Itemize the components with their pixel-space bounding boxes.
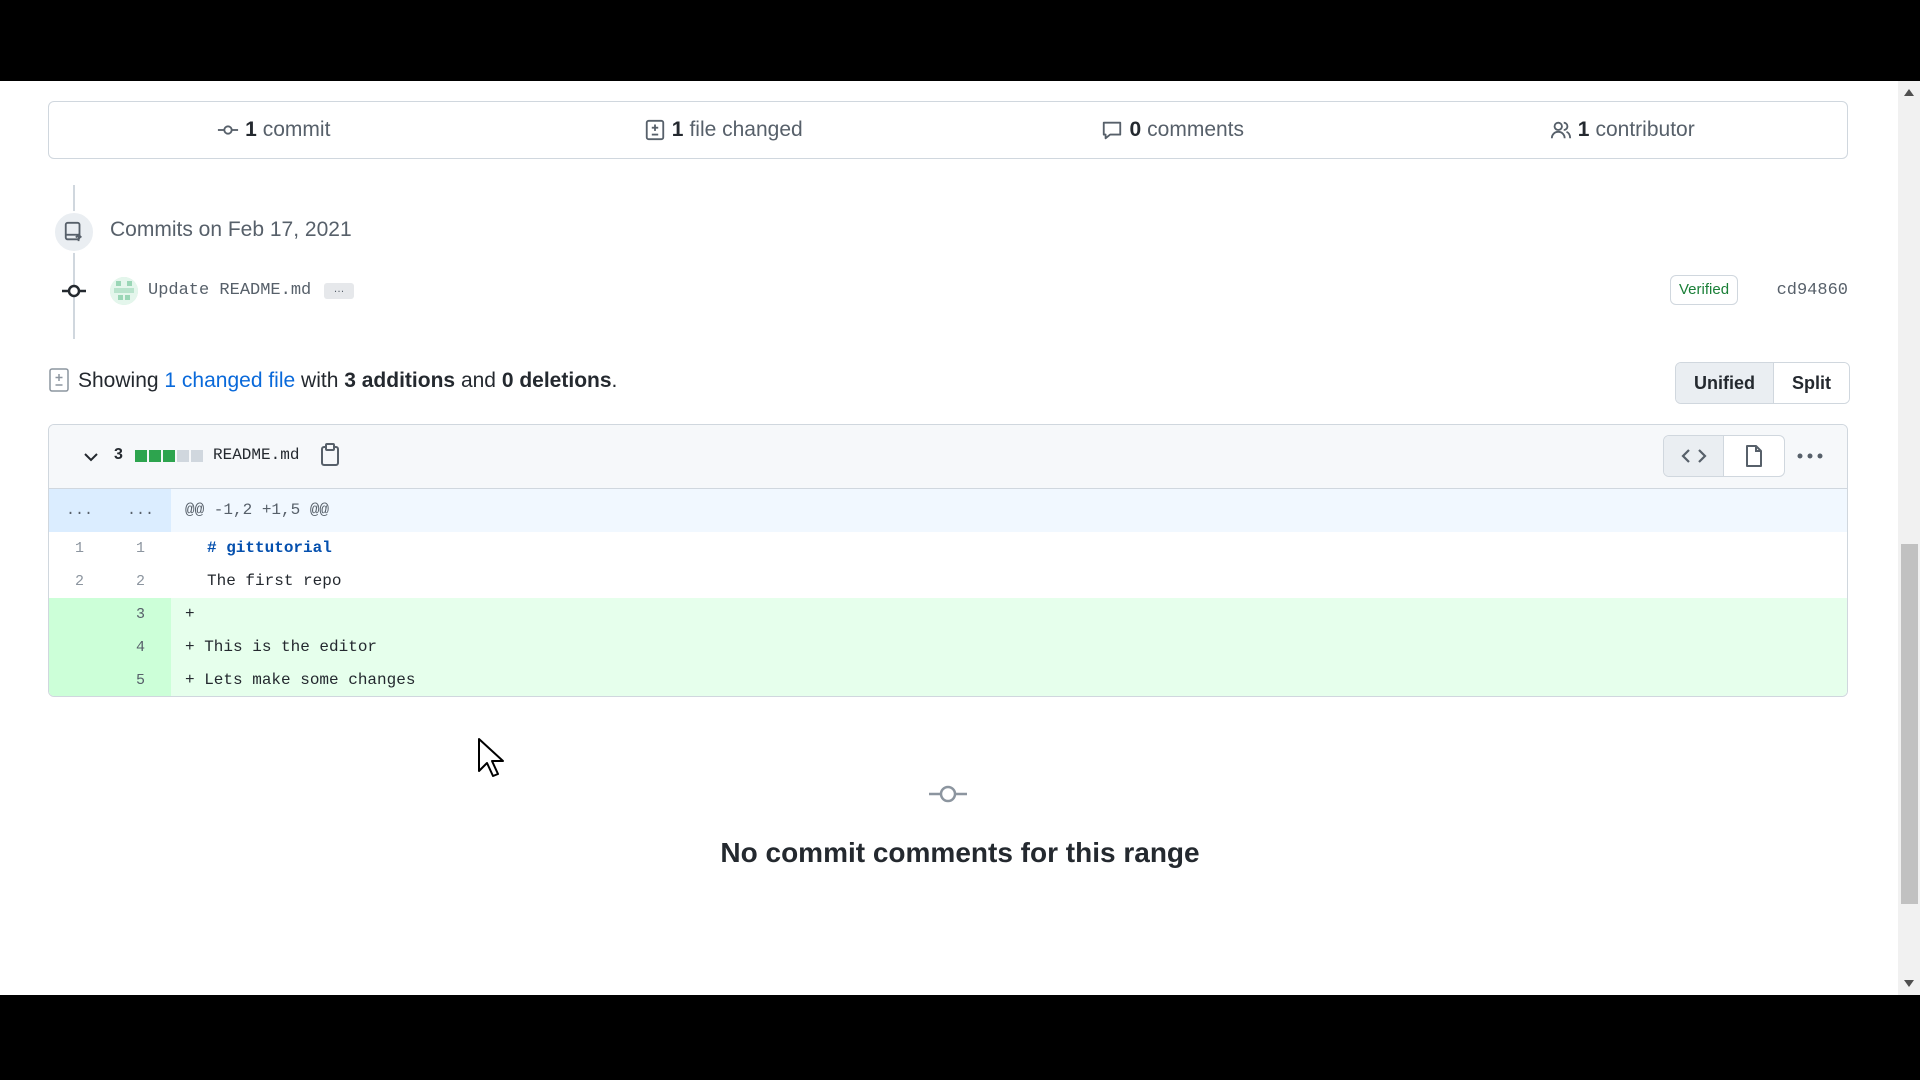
diffstat-block-added [163, 450, 175, 462]
old-line-number [49, 598, 110, 631]
summary-files-label: file changed [689, 118, 803, 141]
expand-up-button[interactable]: ... [49, 489, 110, 532]
summary-comments[interactable]: 0 comments [948, 102, 1398, 158]
commit-row: Update README.md … Verified cd94860 [60, 271, 1848, 311]
git-commit-icon [62, 284, 86, 298]
diff-table: ... ... @@ -1,2 +1,5 @@ 1 1 # gittutoria… [49, 489, 1847, 696]
diff-line-addition: 3 + [49, 598, 1847, 631]
changed-files-link[interactable]: 1 changed file [164, 369, 295, 392]
clipboard-icon[interactable] [319, 443, 341, 467]
file-diff-icon [49, 368, 69, 392]
diff-line-code: The first repo [207, 572, 342, 590]
display-rich-diff-button[interactable] [1724, 436, 1784, 476]
diff-line-code: + [185, 605, 195, 623]
chevron-down-icon[interactable] [81, 447, 101, 467]
diffstat-block-added [135, 450, 147, 462]
summary-commits-label: commit [262, 118, 331, 141]
kebab-menu-icon[interactable] [1795, 443, 1825, 469]
summary-comments-label: comments [1147, 118, 1245, 141]
scroll-up-arrow-icon[interactable] [1898, 81, 1920, 103]
old-line-number [49, 664, 110, 696]
diffstat-block-added [149, 450, 161, 462]
diff-hunk-header: ... ... @@ -1,2 +1,5 @@ [49, 489, 1847, 532]
diff-line-addition: 5 + Lets make some changes [49, 664, 1847, 696]
commit-sha-link[interactable]: cd94860 [1777, 281, 1848, 300]
file-diff-icon [645, 119, 664, 141]
split-view-button[interactable]: Split [1774, 363, 1849, 403]
pr-summary-bar: 1 commit 1 file changed 0 comments 1 con… [48, 101, 1848, 159]
timeline-line [73, 185, 75, 339]
additions-count: 3 additions [344, 369, 456, 392]
file-changes-count: 3 [114, 446, 123, 463]
verified-badge[interactable]: Verified [1670, 275, 1739, 305]
diff-summary-prefix: Showing [78, 369, 159, 392]
page-content: 1 commit 1 file changed 0 comments 1 con… [0, 81, 1920, 995]
repo-push-icon [53, 211, 95, 253]
no-comments-message: No commit comments for this range [720, 837, 1200, 868]
avatar[interactable] [110, 277, 138, 305]
summary-files-count: 1 [671, 118, 684, 141]
expand-down-button[interactable]: ... [110, 489, 171, 532]
new-line-number[interactable]: 2 [110, 565, 171, 598]
display-source-button[interactable] [1664, 436, 1724, 476]
diffstat-blocks [135, 450, 203, 462]
summary-contributors[interactable]: 1 contributor [1398, 102, 1848, 158]
deletions-count: 0 deletions [501, 369, 612, 392]
diff-line-code: # gittutorial [207, 539, 332, 557]
commit-message-link[interactable]: Update README.md [148, 281, 311, 300]
new-line-number[interactable]: 5 [110, 664, 171, 696]
diff-line: 1 1 # gittutorial [49, 532, 1847, 565]
diff-summary-period: . [611, 369, 618, 392]
summary-commits[interactable]: 1 commit [49, 102, 499, 158]
file-view-buttons [1663, 435, 1785, 477]
new-line-number[interactable]: 3 [110, 598, 171, 631]
comment-icon [1103, 121, 1122, 140]
file-header: 3 README.md [49, 425, 1847, 489]
diffstat-block-neutral [177, 450, 189, 462]
unified-view-button[interactable]: Unified [1676, 363, 1774, 403]
new-line-number[interactable]: 1 [110, 532, 171, 565]
diff-line: 2 2 The first repo [49, 565, 1847, 598]
commits-group-heading: Commits on Feb 17, 2021 [110, 218, 352, 241]
old-line-number[interactable]: 2 [49, 565, 110, 598]
diff-line-code: + Lets make some changes [185, 671, 416, 689]
file-diff: 3 README.md ... ... @@ -1,2 +1,5 @@ 1 1 … [48, 424, 1848, 697]
diff-line-addition: 4 + This is the editor [49, 631, 1847, 664]
code-icon [1680, 449, 1707, 463]
mouse-cursor-icon [478, 738, 504, 777]
old-line-number[interactable]: 1 [49, 532, 110, 565]
summary-contributors-label: contributor [1595, 118, 1695, 141]
diff-summary-and: and [460, 369, 496, 392]
old-line-number [49, 631, 110, 664]
file-name-link[interactable]: README.md [213, 446, 299, 464]
commit-message-expander[interactable]: … [324, 283, 354, 299]
scrollbar-thumb[interactable] [1901, 544, 1918, 904]
hunk-header-text: @@ -1,2 +1,5 @@ [185, 501, 330, 519]
diff-summary-with: with [301, 369, 339, 392]
people-icon [1550, 121, 1571, 139]
diff-line-code: + This is the editor [185, 638, 378, 656]
git-commit-icon [217, 125, 239, 135]
scroll-down-arrow-icon[interactable] [1898, 973, 1920, 995]
summary-comments-count: 0 [1129, 118, 1142, 141]
new-line-number[interactable]: 4 [110, 631, 171, 664]
diff-summary: Showing 1 changed file with 3 additions … [78, 369, 617, 393]
summary-contributors-count: 1 [1577, 118, 1590, 141]
diff-view-toggle: Unified Split [1675, 362, 1850, 404]
vertical-scrollbar[interactable] [1898, 81, 1920, 995]
summary-commits-count: 1 [245, 118, 257, 141]
diffstat-block-neutral [191, 450, 203, 462]
summary-files[interactable]: 1 file changed [499, 102, 949, 158]
git-commit-icon [929, 785, 967, 803]
file-icon [1746, 445, 1762, 467]
